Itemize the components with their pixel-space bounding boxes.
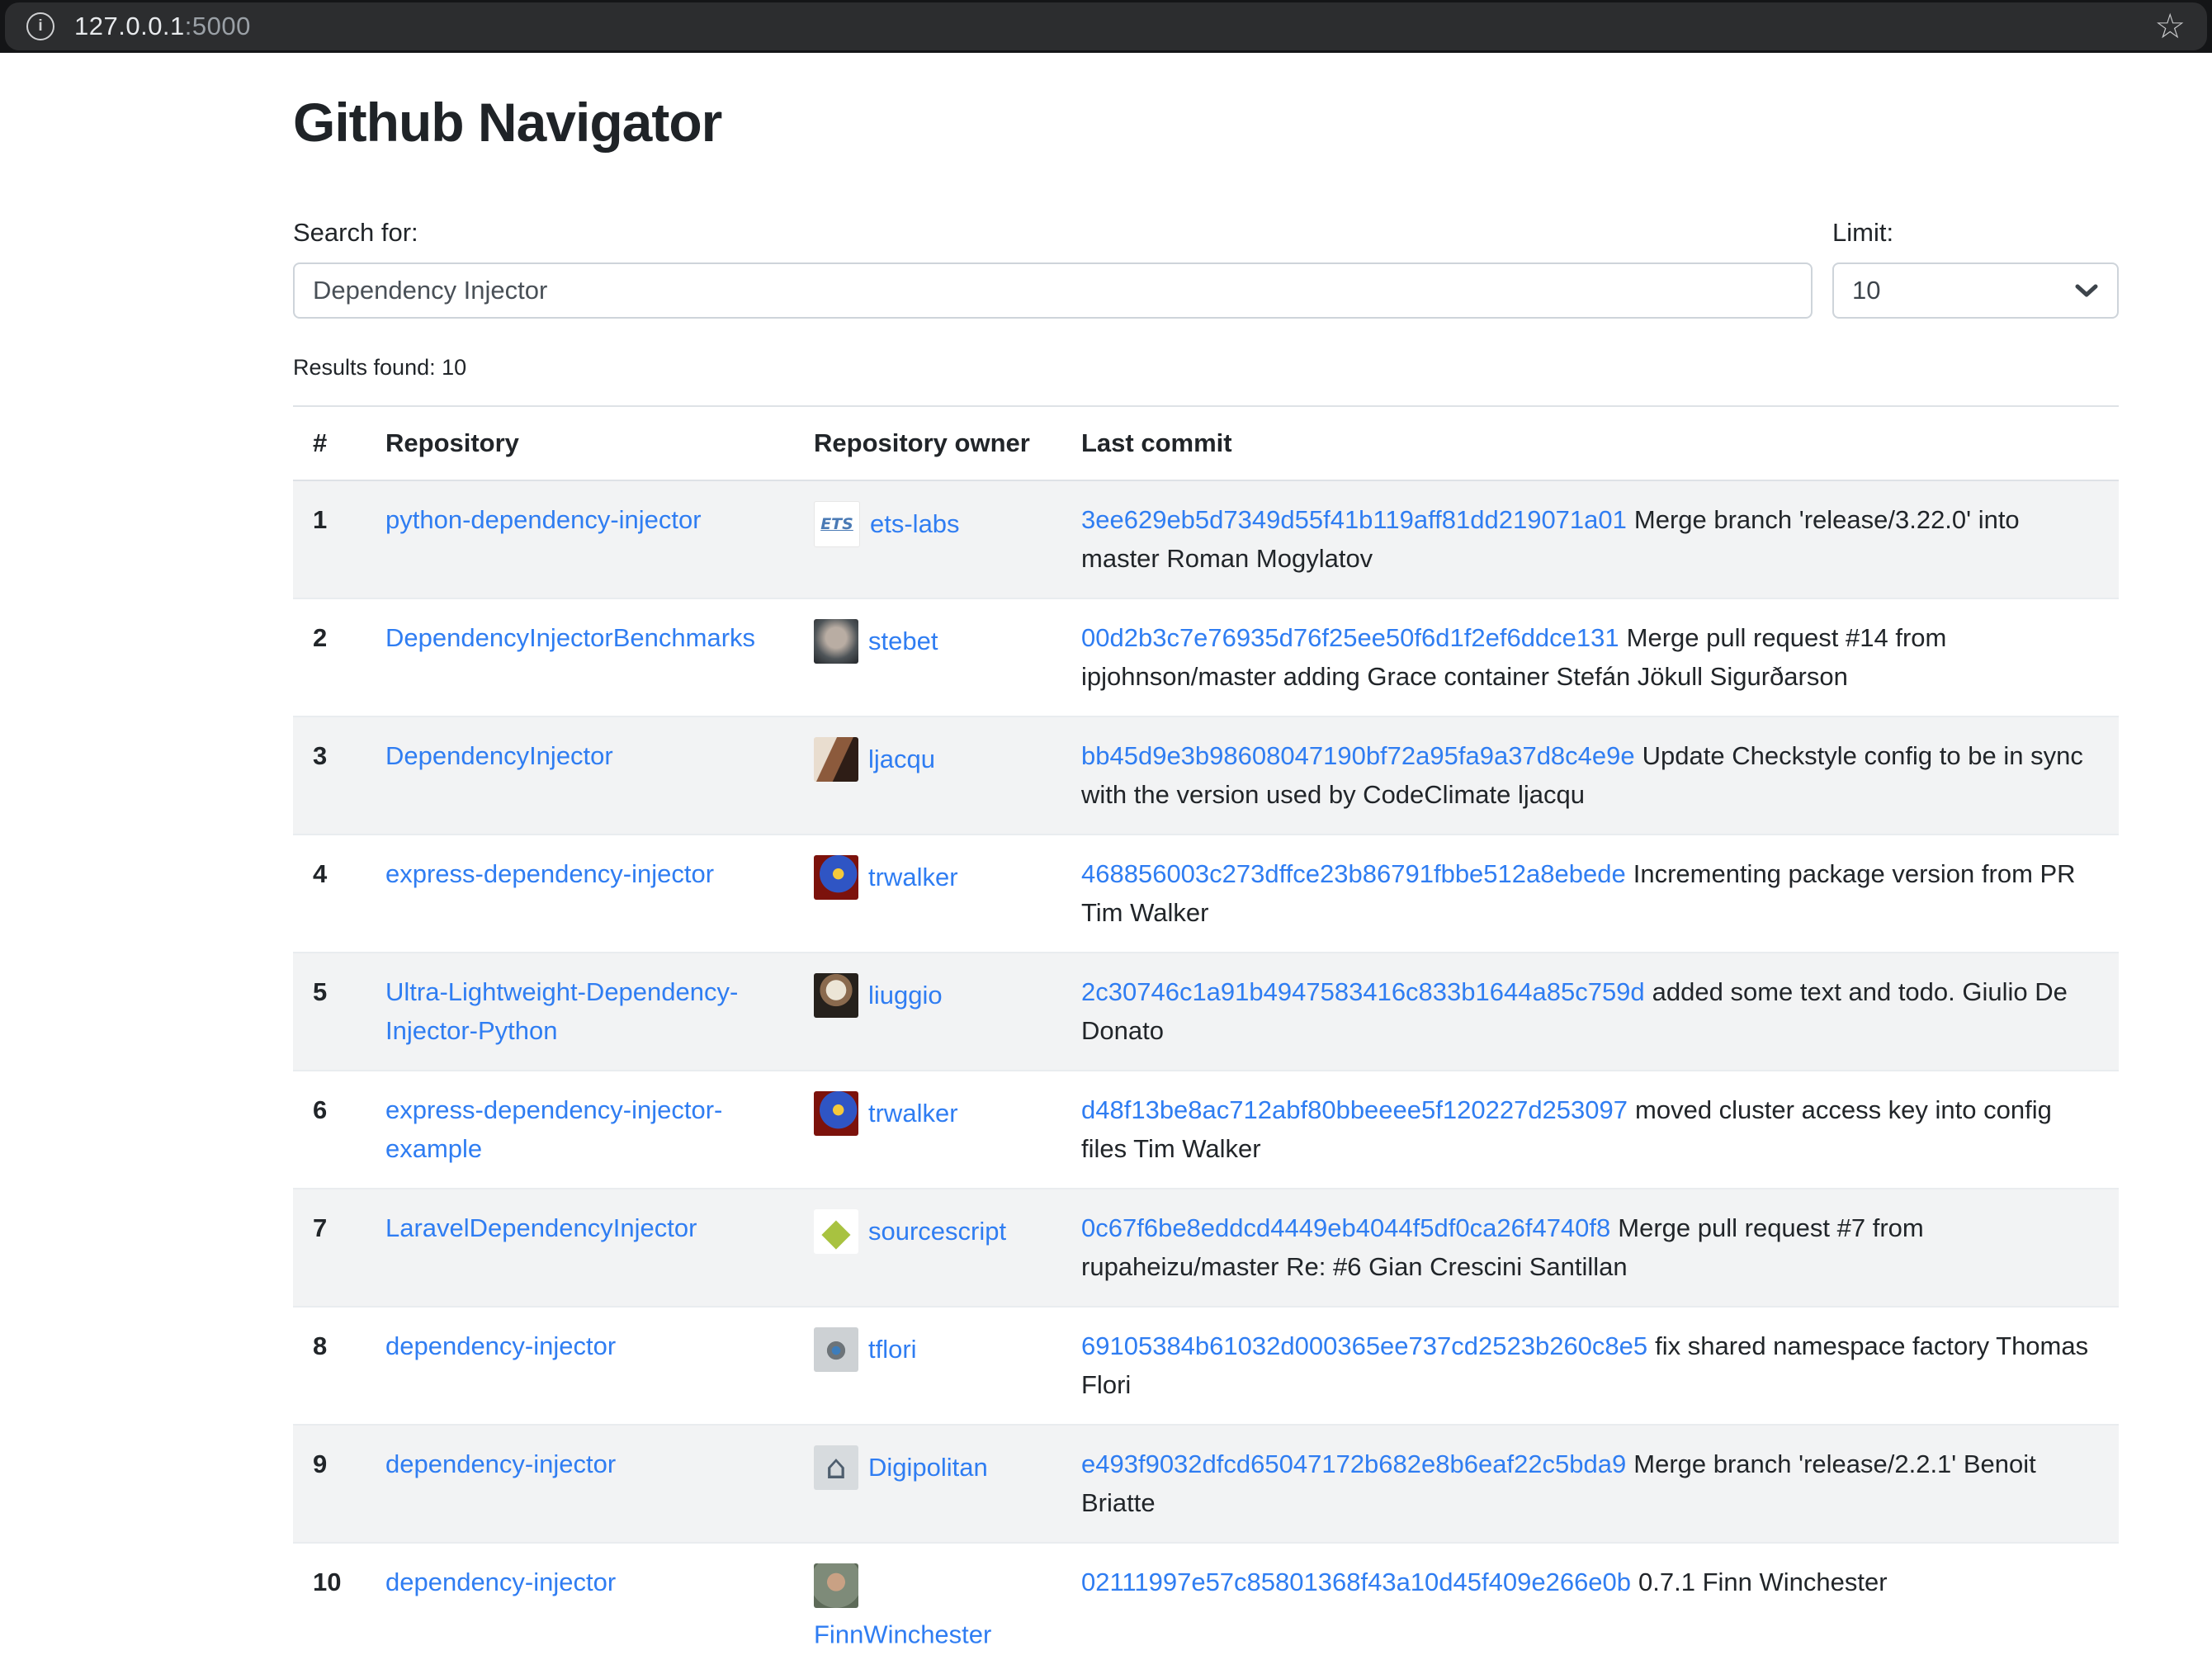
chevron-down-icon	[2074, 282, 2099, 299]
limit-select[interactable]: 10	[1832, 262, 2119, 319]
owner-avatar	[814, 1091, 858, 1136]
site-info-icon[interactable]: i	[26, 12, 54, 40]
commit-hash-link[interactable]: 0c67f6be8eddcd4449eb4044f5df0ca26f4740f8	[1081, 1213, 1610, 1242]
repository-link[interactable]: Ultra-Lightweight-Dependency-Injector-Py…	[385, 977, 738, 1045]
row-number: 4	[293, 835, 366, 953]
commit-message: 0.7.1 Finn Winchester	[1638, 1568, 1888, 1596]
results-table: # Repository Repository owner Last commi…	[293, 405, 2119, 1674]
page-content: Github Navigator Search for: Limit: 10 R…	[293, 91, 2119, 1674]
owner-avatar: ETS	[814, 501, 860, 547]
digipolitan-building-icon: ⌂	[814, 1445, 858, 1490]
owner-link[interactable]: stebet	[868, 627, 938, 655]
owner-avatar	[814, 737, 858, 782]
table-header-row: # Repository Repository owner Last commi…	[293, 406, 2119, 480]
browser-url-bar: i 127.0.0.1:5000 ☆	[0, 0, 2212, 53]
owner-link[interactable]: trwalker	[868, 863, 958, 891]
search-form: Search for: Limit: 10	[293, 218, 2119, 319]
repository-link[interactable]: DependencyInjectorBenchmarks	[385, 623, 755, 652]
table-row: 7 LaravelDependencyInjector ◆ sourcescrip…	[293, 1189, 2119, 1307]
owner-avatar: ◆	[814, 1209, 858, 1254]
owner-link[interactable]: Digipolitan	[868, 1453, 988, 1482]
repository-link[interactable]: dependency-injector	[385, 1568, 616, 1596]
row-number: 2	[293, 598, 366, 716]
owner-link[interactable]: trwalker	[868, 1099, 958, 1128]
repository-link[interactable]: express-dependency-injector	[385, 859, 714, 888]
url-port: :5000	[185, 12, 251, 40]
repository-link[interactable]: dependency-injector	[385, 1449, 616, 1478]
commit-hash-link[interactable]: d48f13be8ac712abf80bbeeee5f120227d253097	[1081, 1095, 1628, 1124]
repository-link[interactable]: DependencyInjector	[385, 741, 613, 770]
row-number: 10	[293, 1543, 366, 1674]
page-title: Github Navigator	[293, 91, 2119, 154]
url-text: 127.0.0.1:5000	[74, 12, 251, 41]
sourcescript-logo-icon: ◆	[814, 1209, 858, 1254]
repository-link[interactable]: LaravelDependencyInjector	[385, 1213, 697, 1242]
row-number: 9	[293, 1425, 366, 1543]
header-repository-owner: Repository owner	[794, 406, 1061, 480]
address-bar[interactable]: i 127.0.0.1:5000 ☆	[5, 2, 2207, 50]
table-row: 4 express-dependency-injector trwalker 4…	[293, 835, 2119, 953]
table-row: 2 DependencyInjectorBenchmarks stebet 00…	[293, 598, 2119, 716]
commit-hash-link[interactable]: bb45d9e3b98608047190bf72a95fa9a37d8c4e9e	[1081, 741, 1635, 770]
owner-avatar	[814, 1563, 858, 1608]
owner-avatar: ⌂	[814, 1445, 858, 1490]
commit-hash-link[interactable]: 02111997e57c85801368f43a10d45f409e266e0b	[1081, 1568, 1631, 1596]
limit-selected-value: 10	[1852, 276, 1880, 305]
owner-avatar	[814, 855, 858, 900]
owner-link[interactable]: sourcescript	[868, 1217, 1006, 1246]
repository-link[interactable]: python-dependency-injector	[385, 505, 702, 534]
row-number: 6	[293, 1071, 366, 1189]
commit-hash-link[interactable]: 2c30746c1a91b4947583416c833b1644a85c759d	[1081, 977, 1645, 1006]
ets-labs-logo-icon: ETS	[815, 502, 859, 546]
table-row: 8 dependency-injector tflori 69105384b61…	[293, 1307, 2119, 1425]
header-repository: Repository	[366, 406, 794, 480]
commit-hash-link[interactable]: 468856003c273dffce23b86791fbbe512a8ebede	[1081, 859, 1626, 888]
owner-link[interactable]: ljacqu	[868, 745, 935, 773]
repository-link[interactable]: dependency-injector	[385, 1331, 616, 1360]
owner-avatar	[814, 973, 858, 1018]
search-label: Search for:	[293, 218, 1813, 248]
owner-avatar	[814, 619, 858, 664]
header-number: #	[293, 406, 366, 480]
header-last-commit: Last commit	[1061, 406, 2119, 480]
row-number: 3	[293, 716, 366, 835]
row-number: 8	[293, 1307, 366, 1425]
row-number: 5	[293, 953, 366, 1071]
owner-link[interactable]: liuggio	[868, 981, 943, 1010]
table-row: 9 dependency-injector ⌂ Digipolitan e493f…	[293, 1425, 2119, 1543]
owner-link[interactable]: FinnWinchester	[814, 1620, 991, 1649]
commit-hash-link[interactable]: e493f9032dfcd65047172b682e8b6eaf22c5bda9	[1081, 1449, 1626, 1478]
table-row: 1 python-dependency-injector ETS ets-labs…	[293, 480, 2119, 598]
table-row: 3 DependencyInjector ljacqu bb45d9e3b986…	[293, 716, 2119, 835]
owner-link[interactable]: ets-labs	[870, 509, 960, 538]
bookmark-star-icon[interactable]: ☆	[2154, 9, 2186, 44]
table-row: 5 Ultra-Lightweight-Dependency-Injector-…	[293, 953, 2119, 1071]
search-input[interactable]	[293, 262, 1813, 319]
commit-hash-link[interactable]: 3ee629eb5d7349d55f41b119aff81dd219071a01	[1081, 505, 1627, 534]
owner-link[interactable]: tflori	[868, 1335, 917, 1364]
commit-hash-link[interactable]: 69105384b61032d000365ee737cd2523b260c8e5	[1081, 1331, 1647, 1360]
url-host: 127.0.0.1	[74, 12, 185, 40]
repository-link[interactable]: express-dependency-injector-example	[385, 1095, 722, 1163]
row-number: 7	[293, 1189, 366, 1307]
results-count: Results found: 10	[293, 355, 2119, 381]
table-row: 10 dependency-injector FinnWinchester 02…	[293, 1543, 2119, 1674]
owner-avatar	[814, 1327, 858, 1372]
table-row: 6 express-dependency-injector-example tr…	[293, 1071, 2119, 1189]
row-number: 1	[293, 480, 366, 598]
commit-hash-link[interactable]: 00d2b3c7e76935d76f25ee50f6d1f2ef6ddce131	[1081, 623, 1619, 652]
limit-label: Limit:	[1832, 218, 2119, 248]
